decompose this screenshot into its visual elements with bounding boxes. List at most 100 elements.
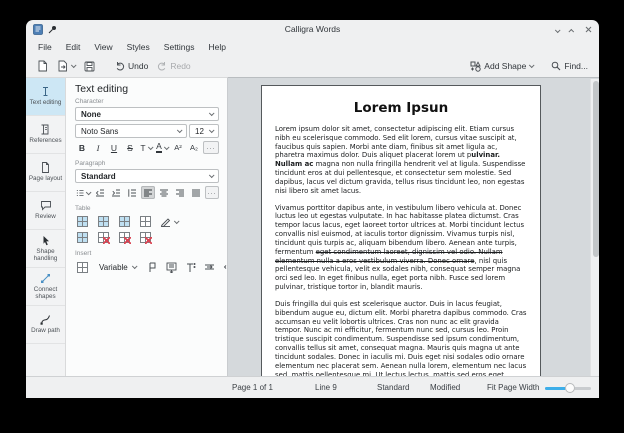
increase-indent-button[interactable] xyxy=(109,186,123,199)
tab-label: Text editing xyxy=(30,99,62,106)
paragraph-more-options-button[interactable]: ... xyxy=(205,186,219,199)
variable-select[interactable]: Variable xyxy=(94,260,141,274)
find-button[interactable]: Find... xyxy=(548,59,591,73)
character-section-label: Character xyxy=(75,98,219,105)
decrease-indent-button[interactable] xyxy=(93,186,107,199)
close-icon[interactable] xyxy=(585,26,592,33)
references-icon xyxy=(40,124,51,135)
align-left-button[interactable] xyxy=(141,186,155,199)
insert-section-label: Insert xyxy=(75,250,219,257)
delete-table-button[interactable] xyxy=(138,231,152,244)
table-of-contents-icon[interactable] xyxy=(165,261,179,274)
save-button[interactable] xyxy=(81,59,98,74)
page-break-icon[interactable] xyxy=(203,261,217,274)
delete-row-button[interactable] xyxy=(96,231,110,244)
tab-connect-shapes[interactable]: Connect shapes xyxy=(26,268,65,306)
menu-settings[interactable]: Settings xyxy=(157,40,202,54)
tab-review[interactable]: Review xyxy=(26,192,65,230)
redo-label: Redo xyxy=(170,61,190,71)
undo-label: Undo xyxy=(128,61,148,71)
bookmark-icon[interactable] xyxy=(146,261,160,274)
chevron-down-icon xyxy=(209,172,215,178)
chevron-down-icon xyxy=(147,144,153,150)
tab-shape-handling[interactable]: Shape handling xyxy=(26,230,65,268)
menu-view[interactable]: View xyxy=(87,40,119,54)
paragraph-section-label: Paragraph xyxy=(75,160,219,167)
merge-cells-button[interactable] xyxy=(138,215,152,228)
footnote-icon[interactable] xyxy=(184,261,198,274)
open-dropdown-chevron[interactable] xyxy=(71,62,77,68)
panel-title: Text editing xyxy=(75,83,219,95)
maximize-icon[interactable] xyxy=(570,20,574,38)
table-section-label: Table xyxy=(75,205,219,212)
tab-draw-path[interactable]: Draw path xyxy=(26,306,65,344)
tab-label: Review xyxy=(35,213,56,220)
scrollbar-thumb[interactable] xyxy=(593,81,599,257)
open-document-button[interactable] xyxy=(54,58,78,74)
add-shape-button[interactable]: Add Shape xyxy=(467,59,536,74)
connect-shapes-icon xyxy=(40,273,51,284)
chevron-down-icon xyxy=(164,144,170,150)
menu-help[interactable]: Help xyxy=(202,40,233,54)
add-shape-icon xyxy=(470,61,481,72)
tab-page-layout[interactable]: Page layout xyxy=(26,154,65,192)
tab-label: Draw path xyxy=(31,327,60,334)
delete-column-button[interactable] xyxy=(117,231,131,244)
paragraph-1: Lorem ipsum dolor sit amet, consectetur … xyxy=(275,125,527,196)
menu-file[interactable]: File xyxy=(31,40,59,54)
bold-button[interactable]: B xyxy=(75,141,89,154)
character-more-options-button[interactable]: ... xyxy=(203,141,219,154)
undo-button[interactable]: Undo xyxy=(112,59,151,73)
shape-handling-icon xyxy=(41,235,51,246)
line-spacing-button[interactable] xyxy=(125,186,139,199)
split-cells-button[interactable] xyxy=(75,231,89,244)
subscript-button[interactable]: A₂ xyxy=(187,141,201,154)
zoom-slider-knob[interactable] xyxy=(565,383,575,393)
menu-edit[interactable]: Edit xyxy=(59,40,88,54)
italic-button[interactable]: I xyxy=(91,141,105,154)
menubar: File Edit View Styles Settings Help xyxy=(26,38,599,55)
zoom-slider[interactable] xyxy=(545,387,591,390)
chevron-down-icon xyxy=(132,263,138,269)
minimize-icon[interactable] xyxy=(555,20,559,38)
special-character-button[interactable] xyxy=(75,261,89,274)
style-indicator[interactable]: Standard xyxy=(377,383,409,392)
chevron-down-icon xyxy=(209,110,215,116)
character-style-select[interactable]: None xyxy=(75,107,219,121)
page-layout-icon xyxy=(40,162,51,173)
undo-icon xyxy=(115,61,125,71)
font-family-select[interactable]: Noto Sans xyxy=(75,124,187,138)
paragraph-style-select[interactable]: Standard xyxy=(75,169,219,183)
tool-options-panel: Text editing Character None Noto Sans 12… xyxy=(66,77,228,376)
insert-table-button[interactable] xyxy=(75,215,89,228)
align-right-button[interactable] xyxy=(173,186,187,199)
document-page[interactable]: Lorem Ipsun Lorem ipsum dolor sit amet, … xyxy=(261,85,541,376)
zoom-mode-selector[interactable]: Fit Page Width xyxy=(487,383,539,392)
insert-column-button[interactable] xyxy=(117,215,131,228)
tab-references[interactable]: References xyxy=(26,116,65,154)
align-center-button[interactable] xyxy=(157,186,171,199)
paragraph-3: Duis fringilla dui quis est scelerisque … xyxy=(275,300,527,376)
document-canvas[interactable]: Lorem Ipsun Lorem ipsum dolor sit amet, … xyxy=(228,77,599,376)
tab-label: Connect shapes xyxy=(27,286,64,300)
insert-row-button[interactable] xyxy=(96,215,110,228)
titlebar: Calligra Words xyxy=(26,20,599,38)
vertical-scrollbar[interactable] xyxy=(590,79,599,376)
font-color-button[interactable]: A xyxy=(155,141,169,154)
list-style-button[interactable] xyxy=(75,186,91,199)
superscript-button[interactable]: A² xyxy=(171,141,185,154)
add-shape-label: Add Shape xyxy=(484,61,526,71)
change-case-button[interactable]: T xyxy=(139,141,153,154)
pin-icon[interactable] xyxy=(48,25,57,34)
redo-button[interactable]: Redo xyxy=(154,59,193,73)
app-icon xyxy=(33,24,43,35)
underline-button[interactable]: U xyxy=(107,141,121,154)
strikethrough-button[interactable]: S xyxy=(123,141,137,154)
tab-label: References xyxy=(29,137,61,144)
menu-styles[interactable]: Styles xyxy=(120,40,157,54)
align-justify-button[interactable] xyxy=(189,186,203,199)
tab-text-editing[interactable]: Text editing xyxy=(26,78,65,116)
new-document-button[interactable] xyxy=(34,58,51,74)
table-border-pen-button[interactable] xyxy=(159,215,179,228)
font-size-select[interactable]: 12 xyxy=(189,124,219,138)
